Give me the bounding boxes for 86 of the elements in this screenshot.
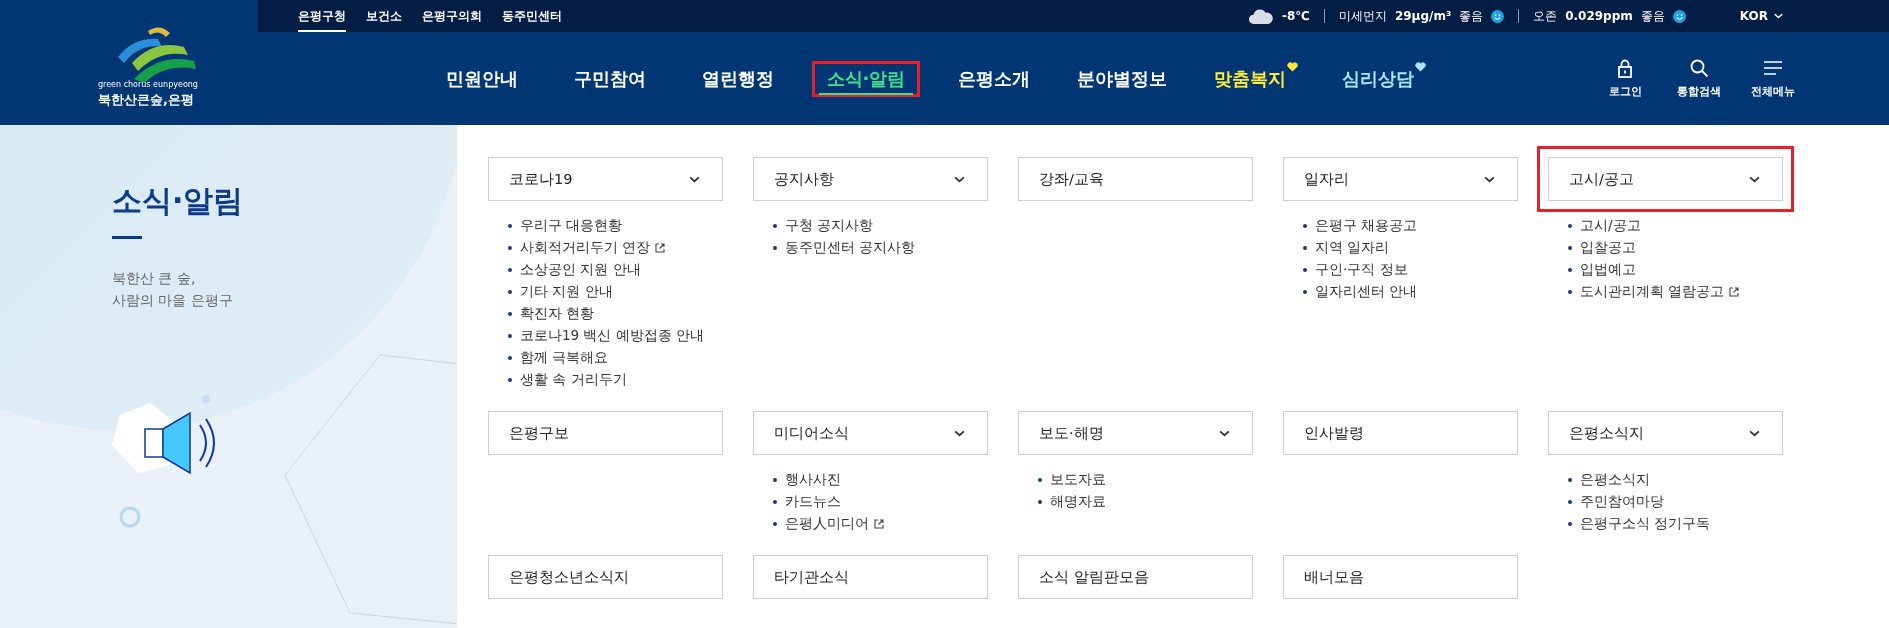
submenu-link[interactable]: 코로나19 백신 예방접종 안내	[520, 327, 705, 345]
heart-icon	[1415, 61, 1426, 72]
submenu-link[interactable]: 생활 속 거리두기	[520, 371, 627, 389]
submenu-link[interactable]: 구청 공지사항	[785, 217, 874, 235]
category-button[interactable]: 코로나19	[488, 157, 723, 201]
category-button[interactable]: 고시/공고	[1548, 157, 1783, 201]
chevron-down-icon	[954, 175, 965, 183]
nav-tab[interactable]: 심리상담	[1334, 61, 1422, 95]
chevron-down-icon	[1749, 175, 1760, 183]
external-link-icon	[1729, 287, 1740, 297]
smiley-icon	[1491, 9, 1505, 23]
cloud-icon	[1248, 7, 1274, 25]
category-button[interactable]: 은평청소년소식지	[488, 555, 723, 599]
submenu-link[interactable]: 은평구 채용공고	[1315, 217, 1418, 235]
category-button[interactable]: 인사발령	[1283, 411, 1518, 455]
utility-button[interactable]: 전체메뉴	[1747, 58, 1799, 99]
top-link[interactable]: 은평구의회	[422, 0, 482, 32]
ozone-grade: 좋음	[1640, 7, 1665, 25]
category-button[interactable]: 은평구보	[488, 411, 723, 455]
category-button[interactable]: 일자리	[1283, 157, 1518, 201]
nav-tab[interactable]: 맞춤복지	[1206, 61, 1294, 95]
submenu-link[interactable]: 카드뉴스	[785, 493, 841, 511]
top-link[interactable]: 은평구청	[298, 0, 346, 32]
submenu-link[interactable]: 해명자료	[1050, 493, 1106, 511]
ozone-label: 오존	[1533, 7, 1558, 25]
submenu-link[interactable]: 사회적거리두기 연장	[520, 239, 666, 257]
category-button[interactable]: 보도·해명	[1018, 411, 1253, 455]
smiley-icon	[1672, 9, 1686, 23]
top-link[interactable]: 동주민센터	[502, 0, 562, 32]
search-icon	[1689, 58, 1709, 78]
category-button[interactable]: 타기관소식	[753, 555, 988, 599]
section-title: 소식·알림	[112, 182, 245, 220]
logo-tagline: green chorus eunpyeong	[98, 80, 198, 89]
nav-tab[interactable]: 구민참여	[566, 61, 654, 95]
submenu-link[interactable]: 은평人미디어	[785, 515, 884, 533]
language-selector[interactable]: KOR	[1733, 8, 1789, 24]
submenu-link[interactable]: 주민참여마당	[1580, 493, 1664, 511]
submenu-link[interactable]: 입법예고	[1580, 261, 1636, 279]
nav-tab[interactable]: 은평소개	[950, 61, 1038, 95]
chevron-down-icon	[1749, 429, 1760, 437]
submenu-link[interactable]: 지역 일자리	[1315, 239, 1390, 257]
menu-icon	[1763, 58, 1783, 78]
submenu-link[interactable]: 구인·구직 정보	[1315, 261, 1408, 279]
ozone-value: 0.029ppm	[1565, 9, 1633, 23]
external-link-icon	[874, 519, 884, 529]
submenu-link[interactable]: 행사사진	[785, 471, 841, 489]
category-button[interactable]: 미디어소식	[753, 411, 988, 455]
submenu-link[interactable]: 함께 극복해요	[520, 349, 609, 367]
nav-tab[interactable]: 소식·알림	[818, 61, 914, 95]
submenu-link[interactable]: 은평구소식 정기구독	[1580, 515, 1711, 533]
heart-icon	[1287, 61, 1298, 72]
submenu-link[interactable]: 확진자 현황	[520, 305, 595, 323]
nav-tab[interactable]: 민원안내	[438, 61, 526, 95]
dust-grade: 좋음	[1459, 7, 1484, 25]
submenu-link[interactable]: 고시/공고	[1580, 217, 1641, 235]
submenu-link[interactable]: 우리구 대응현황	[520, 217, 623, 235]
external-link-icon	[655, 243, 666, 253]
nav-tab[interactable]: 분야별정보	[1069, 61, 1175, 95]
section-subtitle: 북한산 큰 숲, 사람의 마을 은평구	[112, 269, 234, 310]
temperature-text: -8℃	[1282, 9, 1310, 23]
chevron-down-icon	[1219, 429, 1230, 437]
lock-icon	[1615, 58, 1635, 78]
submenu-link[interactable]: 일자리센터 안내	[1315, 283, 1418, 301]
chevron-down-icon	[689, 175, 700, 183]
submenu-link[interactable]: 소상공인 지원 안내	[520, 261, 641, 279]
category-button[interactable]: 소식 알림판모음	[1018, 555, 1253, 599]
logo-text[interactable]: 북한산큰숲,은평	[98, 90, 194, 109]
dust-label: 미세먼지	[1338, 7, 1387, 25]
submenu-link[interactable]: 동주민센터 공지사항	[785, 239, 916, 257]
category-button[interactable]: 공지사항	[753, 157, 988, 201]
utility-button[interactable]: 통합검색	[1673, 58, 1725, 99]
chevron-down-icon	[1484, 175, 1495, 183]
chevron-down-icon	[954, 429, 965, 437]
top-link[interactable]: 보건소	[366, 0, 402, 32]
chevron-down-icon	[1774, 13, 1783, 19]
category-button[interactable]: 강좌/교육	[1018, 157, 1253, 201]
dust-value: 29μg/m³	[1394, 9, 1452, 23]
submenu-link[interactable]: 도시관리계획 열람공고	[1580, 283, 1740, 301]
submenu-link[interactable]: 입찰공고	[1580, 239, 1636, 257]
category-button[interactable]: 배너모음	[1283, 555, 1518, 599]
submenu-link[interactable]: 은평소식지	[1580, 471, 1650, 489]
submenu-link[interactable]: 보도자료	[1050, 471, 1106, 489]
category-button[interactable]: 은평소식지	[1548, 411, 1783, 455]
submenu-link[interactable]: 기타 지원 안내	[520, 283, 613, 301]
nav-tab[interactable]: 열린행정	[694, 61, 782, 95]
utility-button[interactable]: 로그인	[1599, 58, 1651, 99]
